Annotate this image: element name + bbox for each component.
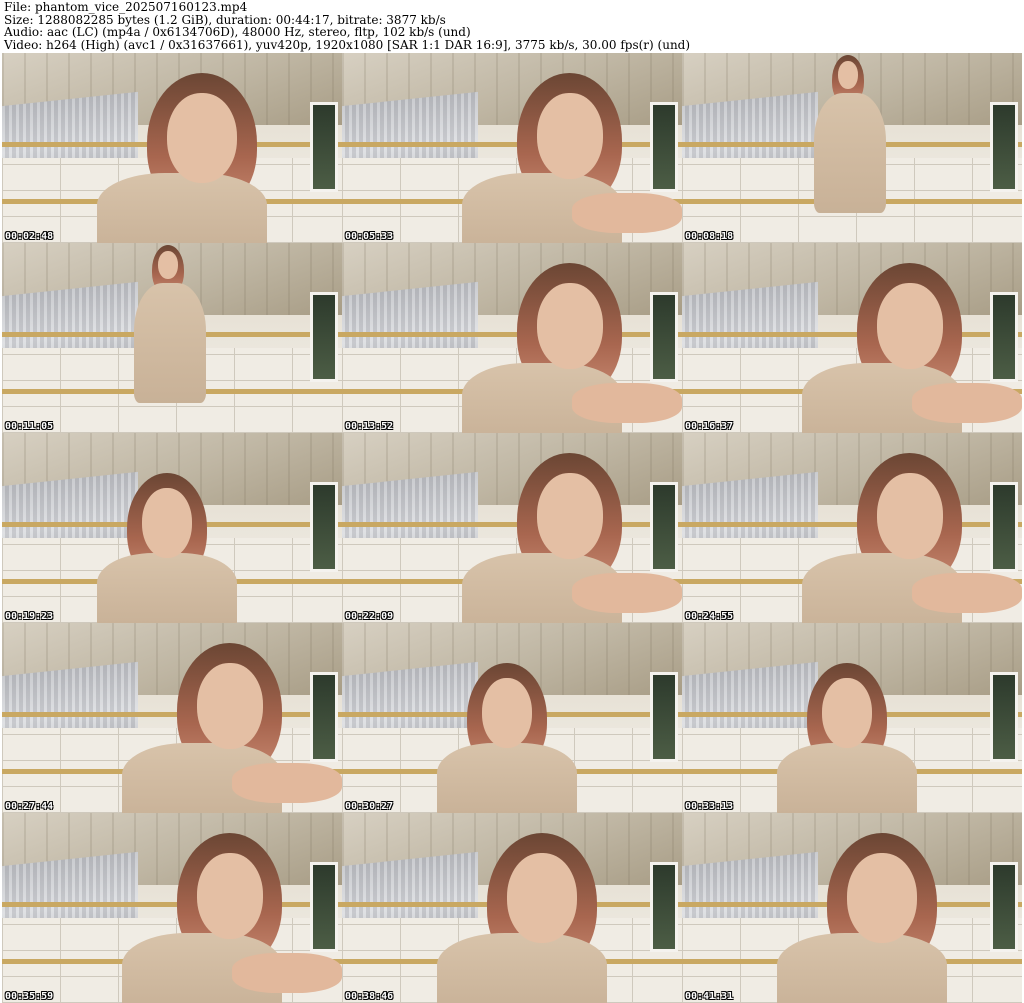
thumbnail-timestamp: 00:19:23 [5,611,54,622]
thumbnail-timestamp: 00:11:05 [5,421,54,432]
wooden-beam [342,142,682,148]
window [990,292,1018,382]
thumbnail-grid: 00:02:48 00:05:33 00:08:18 00:11:05 00:13:52… [2,53,1022,1003]
person-face [877,473,943,559]
thumbnail-timestamp: 00:38:46 [345,991,394,1002]
thumbnail-timestamp: 00:30:27 [345,801,394,812]
hand [912,383,1022,423]
thumbnail-timestamp: 00:22:09 [345,611,394,622]
window [650,102,678,192]
person-face [507,853,577,943]
thumbnail-timestamp: 00:08:18 [685,231,734,242]
video-thumbnail[interactable]: 00:02:48 [2,53,342,243]
thumbnail-timestamp: 00:33:13 [685,801,734,812]
person-dress [437,933,607,1003]
window [310,482,338,572]
person-face [167,93,237,183]
wooden-beam [2,712,342,718]
window [990,862,1018,952]
hand [912,573,1022,613]
window [650,482,678,572]
person-face [822,678,872,748]
person-face [197,663,263,749]
person-face [847,853,917,943]
person-face [537,283,603,369]
window [650,672,678,762]
wooden-beam [682,522,1022,528]
person-face [838,61,858,89]
wooden-beam [342,332,682,338]
person-face [482,678,532,748]
video-thumbnail[interactable]: 00:05:33 [342,53,682,243]
video-thumbnail[interactable]: 00:30:27 [342,623,682,813]
thumbnail-timestamp: 00:27:44 [5,801,54,812]
video-thumbnail[interactable]: 00:24:55 [682,433,1022,623]
video-thumbnail[interactable]: 00:19:23 [2,433,342,623]
window [310,672,338,762]
thumbnail-timestamp: 00:35:59 [5,991,54,1002]
video-thumbnail[interactable]: 00:08:18 [682,53,1022,243]
video-thumbnail[interactable]: 00:35:59 [2,813,342,1003]
video-thumbnail[interactable]: 00:33:13 [682,623,1022,813]
window [650,292,678,382]
person-dress [97,173,267,243]
thumbnail-timestamp: 00:02:48 [5,231,54,242]
video-thumbnail[interactable]: 00:38:46 [342,813,682,1003]
person-dress [777,933,947,1003]
person-dress [777,743,917,813]
thumbnail-timestamp: 00:41:31 [685,991,734,1002]
thumbnail-timestamp: 00:16:37 [685,421,734,432]
hand [572,383,682,423]
window [310,102,338,192]
window [990,102,1018,192]
person-dress [134,283,206,403]
wooden-beam [682,332,1022,338]
video-thumbnail[interactable]: 00:11:05 [2,243,342,433]
video-info-line: Video: h264 (High) (avc1 / 0x31637661), … [4,37,691,52]
audio-info-line: Audio: aac (LC) (mp4a / 0x6134706D), 480… [4,25,471,39]
window [310,292,338,382]
video-thumbnail[interactable]: 00:27:44 [2,623,342,813]
hand [232,763,342,803]
thumbnail-timestamp: 00:13:52 [345,421,394,432]
person-face [877,283,943,369]
person-dress [97,553,237,623]
window [650,862,678,952]
window [310,862,338,952]
video-thumbnail[interactable]: 00:16:37 [682,243,1022,433]
person-dress [814,93,886,213]
hand [232,953,342,993]
person-face [537,473,603,559]
wooden-beam [342,522,682,528]
wooden-beam [2,902,342,908]
hand [572,193,682,233]
person-dress [437,743,577,813]
window [990,672,1018,762]
file-info-header: File: phantom_vice_202507160123.mp4 Size… [4,1,1020,51]
person-face [537,93,603,179]
person-face [142,488,192,558]
hand [572,573,682,613]
thumbnail-timestamp: 00:05:33 [345,231,394,242]
thumbnail-timestamp: 00:24:55 [685,611,734,622]
person-face [158,251,178,279]
window [990,482,1018,572]
file-name-line: File: phantom_vice_202507160123.mp4 [4,0,248,14]
person-face [197,853,263,939]
video-thumbnail[interactable]: 00:13:52 [342,243,682,433]
video-thumbnail[interactable]: 00:41:31 [682,813,1022,1003]
video-thumbnail[interactable]: 00:22:09 [342,433,682,623]
